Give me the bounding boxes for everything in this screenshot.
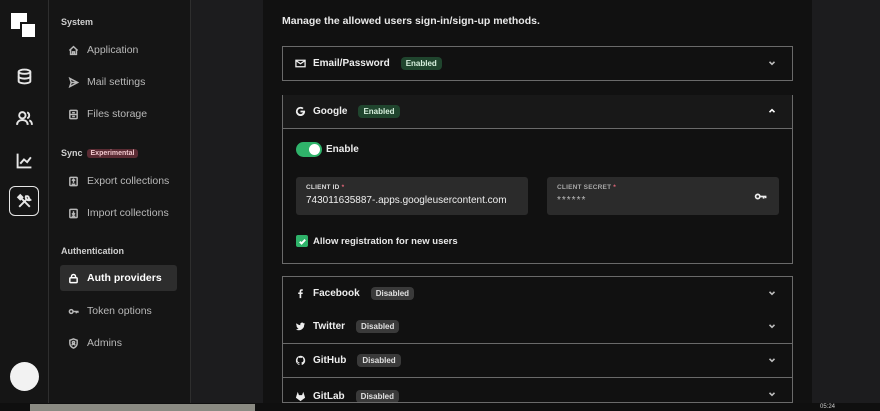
database-icon <box>17 68 31 84</box>
settings-sidebar: System Application Mail settings Files s… <box>49 0 191 411</box>
avatar[interactable] <box>10 362 39 391</box>
chevron-down-icon[interactable] <box>767 389 777 399</box>
client-secret-field[interactable]: CLIENT SECRET * ****** <box>547 177 779 215</box>
client-secret-input[interactable]: ****** <box>557 195 769 206</box>
status-badge: Disabled <box>370 287 415 300</box>
mail-icon <box>295 58 306 69</box>
sidebar-item-mail-settings[interactable]: Mail settings <box>60 69 177 95</box>
sidebar-item-application[interactable]: Application <box>60 37 177 63</box>
status-badge: Disabled <box>356 320 400 333</box>
tools-icon <box>16 193 32 207</box>
storage-icon <box>69 109 78 119</box>
provider-name: Facebook <box>313 288 360 299</box>
key-icon[interactable] <box>754 190 767 203</box>
collections-nav-button[interactable] <box>9 61 39 91</box>
client-id-input[interactable]: 743011635887-.apps.googleusercontent.com <box>306 195 518 206</box>
chevron-down-icon[interactable] <box>767 58 777 68</box>
provider-name: Google <box>313 106 348 117</box>
facebook-icon <box>295 288 306 299</box>
status-badge: Disabled <box>357 354 401 367</box>
chevron-down-icon[interactable] <box>767 321 777 331</box>
sidebar-item-admins[interactable]: Admins <box>60 330 177 356</box>
status-badge: Enabled <box>358 105 400 118</box>
client-secret-label: CLIENT SECRET * <box>557 184 616 191</box>
taskbar-window[interactable] <box>30 404 255 411</box>
import-icon <box>69 208 78 218</box>
sidebar-section-system: System <box>61 17 94 27</box>
home-icon <box>68 45 79 55</box>
provider-github[interactable]: GitHub Disabled <box>282 344 793 378</box>
key-icon <box>68 308 79 314</box>
lock-icon <box>69 273 78 283</box>
send-icon <box>68 76 79 88</box>
users-icon <box>15 110 33 125</box>
client-id-field[interactable]: CLIENT ID * 743011635887-.apps.googleuse… <box>296 177 528 215</box>
provider-name: Email/Password <box>313 58 390 69</box>
google-icon <box>295 106 306 117</box>
provider-name: Twitter <box>313 321 346 332</box>
taskbar-clock: 05:24 <box>819 404 835 410</box>
provider-name: GitLab <box>313 390 345 402</box>
provider-email-password[interactable]: Email/Password Enabled <box>282 46 793 81</box>
app-logo[interactable] <box>11 13 37 39</box>
sidebar-item-auth-providers[interactable]: Auth providers <box>60 265 177 291</box>
sidebar-item-import-collections[interactable]: Import collections <box>60 200 177 226</box>
check-icon <box>298 238 306 245</box>
github-icon <box>295 355 306 366</box>
sidebar-item-files-storage[interactable]: Files storage <box>60 101 177 127</box>
chevron-down-icon[interactable] <box>767 355 777 365</box>
status-badge: Disabled <box>355 389 400 402</box>
enable-toggle[interactable] <box>296 142 322 157</box>
provider-google[interactable]: Google Enabled <box>282 95 793 129</box>
client-id-label: CLIENT ID * <box>306 184 345 191</box>
provider-facebook[interactable]: Facebook Disabled <box>282 276 793 311</box>
page-description: Manage the allowed users sign-in/sign-up… <box>282 15 540 27</box>
provider-twitter[interactable]: Twitter Disabled <box>282 310 793 344</box>
allow-registration-label[interactable]: Allow registration for new users <box>313 236 458 247</box>
google-config-form: Enable CLIENT ID * 743011635887-.apps.go… <box>282 129 793 264</box>
shield-user-icon <box>69 337 78 349</box>
twitter-icon <box>295 321 306 332</box>
icon-rail <box>0 0 49 411</box>
logs-nav-button[interactable] <box>9 145 39 175</box>
sidebar-section-authentication: Authentication <box>61 246 124 256</box>
export-icon <box>69 176 78 186</box>
chevron-up-icon[interactable] <box>767 106 777 116</box>
enable-label: Enable <box>326 144 359 155</box>
settings-nav-button[interactable] <box>9 186 39 216</box>
sidebar-section-sync: Sync Experimental <box>61 148 139 158</box>
provider-name: GitHub <box>313 355 347 366</box>
users-nav-button[interactable] <box>9 103 39 133</box>
sidebar-item-export-collections[interactable]: Export collections <box>60 168 177 194</box>
allow-registration-checkbox[interactable] <box>296 235 308 247</box>
sidebar-item-token-options[interactable]: Token options <box>60 298 177 324</box>
chevron-down-icon[interactable] <box>767 288 777 298</box>
status-badge: Enabled <box>400 57 442 70</box>
experimental-badge: Experimental <box>86 148 139 158</box>
provider-gitlab[interactable]: GitLab Disabled <box>282 378 793 403</box>
gitlab-icon <box>295 391 306 402</box>
chart-icon <box>16 153 32 168</box>
